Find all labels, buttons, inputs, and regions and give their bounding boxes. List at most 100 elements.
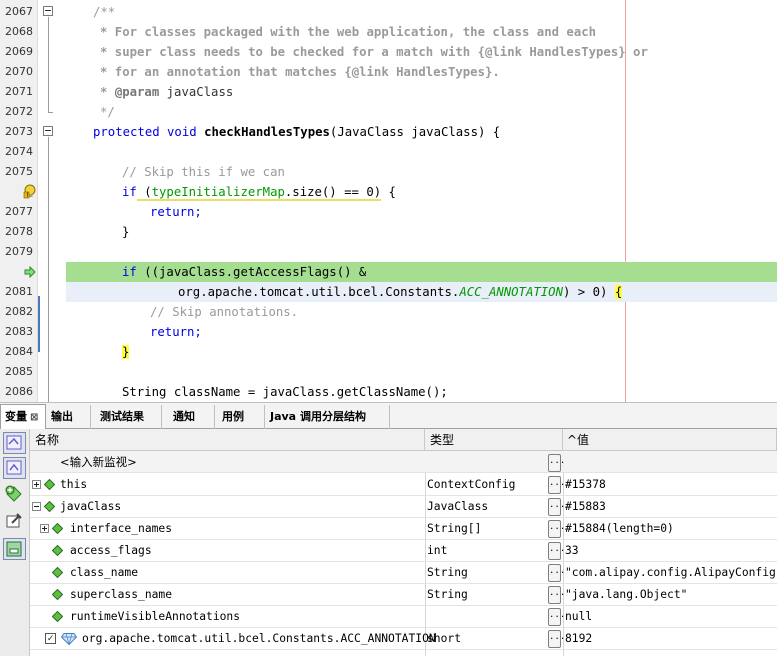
new-watch-placeholder[interactable]: <输入新监视> xyxy=(60,451,455,473)
show-inherited-button[interactable] xyxy=(3,457,26,479)
collapse-icon[interactable] xyxy=(32,502,41,511)
code-editor[interactable]: 2067 2068 2069 2070 2071 2072 2073 2074 … xyxy=(0,0,777,402)
line-number: 2075 xyxy=(5,165,33,178)
code-comment: /** xyxy=(93,5,116,19)
tab-usages[interactable]: 用例 xyxy=(218,405,265,429)
tab-label: Java 调用分层结构 xyxy=(270,410,366,423)
tab-label: 通知 xyxy=(173,410,195,423)
variable-value: "com.alipay.config.AlipayConfig" xyxy=(565,566,777,579)
code-keyword: if xyxy=(122,265,137,279)
code-comment: // Skip annotations. xyxy=(150,305,299,319)
variable-value: #15884(length=0) xyxy=(565,522,674,535)
variable-row[interactable]: class_name String ... "com.alipay.config… xyxy=(30,562,777,584)
line-number: 2084 xyxy=(5,345,33,358)
code-text: { xyxy=(381,185,396,199)
variables-table: 名称 类型 ^值 <输入新监视> ... this ContextConfig … xyxy=(30,429,777,656)
watch-row[interactable]: ✓ org.apache.tomcat.util.bcel.Constants.… xyxy=(30,628,777,650)
code-comment-link: {@link HandlesTypes} xyxy=(477,45,626,59)
variable-value: #15883 xyxy=(565,500,606,513)
code-text: } xyxy=(122,225,130,239)
variable-row[interactable]: runtimeVisibleAnnotations ... null xyxy=(30,606,777,628)
variable-type: String xyxy=(427,566,468,579)
code-comment: * for an annotation that matches xyxy=(100,65,345,79)
variables-view-icon xyxy=(6,541,22,557)
tab-label: 输出 xyxy=(51,410,73,423)
variable-row[interactable]: superclass_name String ... "java.lang.Ob… xyxy=(30,584,777,606)
variable-row[interactable]: interface_names String[] ... #15884(leng… xyxy=(30,518,777,540)
close-tab-icon[interactable]: ⊠ xyxy=(30,412,38,423)
value-editor-button[interactable]: ... xyxy=(548,608,565,626)
column-header-type[interactable]: 类型 xyxy=(425,429,563,451)
value-editor-button[interactable]: ... xyxy=(548,630,565,648)
code-comment: */ xyxy=(100,105,115,119)
value-editor-button[interactable]: ... xyxy=(548,520,565,538)
variable-row[interactable]: javaClass JavaClass ... #15883 xyxy=(30,496,777,518)
tab-notifications[interactable]: 通知 xyxy=(169,405,215,429)
variable-row[interactable]: this ContextConfig ... #15378 xyxy=(30,474,777,496)
variable-type: String[] xyxy=(427,522,482,535)
variable-name: this xyxy=(60,478,88,491)
variable-type xyxy=(427,606,562,628)
code-text: String className = javaClass.getClassNam… xyxy=(122,385,448,399)
collapse-fold-icon[interactable] xyxy=(43,6,53,16)
settings-button[interactable] xyxy=(3,510,26,532)
line-number: 2069 xyxy=(5,45,33,58)
code-text: ) > 0) xyxy=(562,285,615,299)
column-header-value[interactable]: ^值 xyxy=(563,429,777,451)
watch-icon xyxy=(6,435,22,450)
field-diamond-icon xyxy=(52,611,63,622)
add-watch-icon xyxy=(5,485,22,502)
tab-variables[interactable]: 变量 ⊠ xyxy=(0,404,46,430)
line-number: 2077 xyxy=(5,205,33,218)
code-keyword: protected void xyxy=(93,125,205,139)
line-number: 2078 xyxy=(5,225,33,238)
watch-expression: org.apache.tomcat.util.bcel.Constants.AC… xyxy=(82,632,436,645)
collapse-fold-icon[interactable] xyxy=(43,126,53,136)
watch-gem-icon xyxy=(61,633,77,645)
expand-icon[interactable] xyxy=(40,524,49,533)
variable-row[interactable]: access_flags int ... 33 xyxy=(30,540,777,562)
value-editor-button[interactable]: ... xyxy=(548,476,565,494)
variable-name: class_name xyxy=(70,566,139,579)
variable-value: null xyxy=(565,610,593,623)
line-number: 2081 xyxy=(5,285,33,298)
tab-test-results[interactable]: 测试结果 xyxy=(96,405,162,429)
code-comment: * xyxy=(100,85,115,99)
code-comment: or xyxy=(625,45,648,59)
value-editor-button[interactable]: ... xyxy=(548,498,565,516)
warning-bulb-icon[interactable]: ! xyxy=(23,184,37,200)
variable-name: runtimeVisibleAnnotations xyxy=(70,610,241,623)
code-comment-tag: @param xyxy=(114,85,160,99)
code-text: (JavaClass javaClass) { xyxy=(329,125,501,139)
change-indicator xyxy=(38,296,40,352)
tab-output[interactable]: 输出 xyxy=(47,405,91,429)
line-number: 2082 xyxy=(5,305,33,318)
fold-guide xyxy=(48,137,49,402)
new-watch-row[interactable]: <输入新监视> ... xyxy=(30,451,777,473)
show-values-button[interactable] xyxy=(3,538,26,560)
value-editor-button[interactable]: ... xyxy=(548,542,565,560)
tab-label: 测试结果 xyxy=(100,410,144,423)
tab-call-hierarchy[interactable]: Java 调用分层结构 xyxy=(266,405,390,429)
code-keyword: return; xyxy=(150,325,202,339)
line-number: 2073 xyxy=(5,125,33,138)
variable-name: interface_names xyxy=(70,522,173,535)
wrench-icon xyxy=(6,513,22,528)
line-number: 2072 xyxy=(5,105,33,118)
field-diamond-icon xyxy=(52,545,63,556)
code-comment: javaClass xyxy=(159,85,234,99)
expand-icon[interactable] xyxy=(32,480,41,489)
variable-value: 8192 xyxy=(565,632,593,645)
new-watch-button[interactable] xyxy=(3,483,26,505)
line-number: 2085 xyxy=(5,365,33,378)
column-header-name[interactable]: 名称 xyxy=(30,429,425,451)
code-method-name: checkHandlesTypes xyxy=(204,125,330,139)
value-editor-button[interactable]: ... xyxy=(548,564,565,582)
code-brace-match: } xyxy=(122,345,130,359)
variables-toolbar xyxy=(0,429,30,656)
show-static-fields-button[interactable] xyxy=(3,432,26,454)
value-editor-button[interactable]: ... xyxy=(548,454,565,472)
watch-enabled-checkbox[interactable]: ✓ xyxy=(45,633,56,644)
line-number: 2070 xyxy=(5,65,33,78)
value-editor-button[interactable]: ... xyxy=(548,586,565,604)
